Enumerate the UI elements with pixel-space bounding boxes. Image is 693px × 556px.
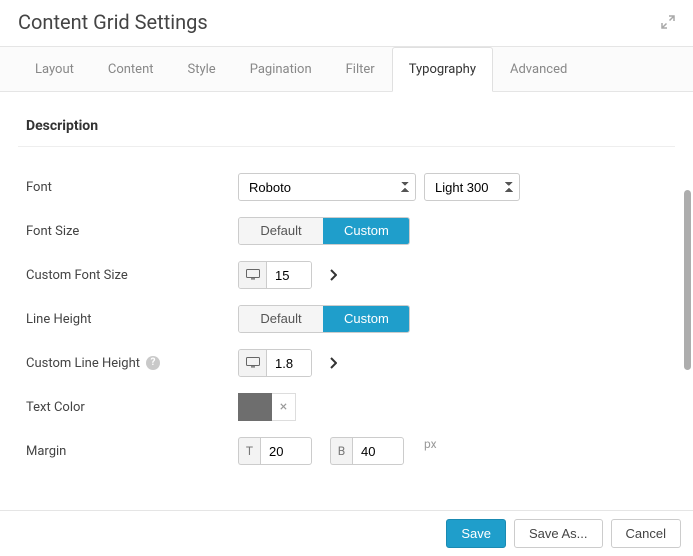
- custom-line-height-input[interactable]: [267, 350, 311, 376]
- line-height-segment: Default Custom: [238, 305, 410, 333]
- save-as-button[interactable]: Save As...: [514, 519, 603, 548]
- color-swatch[interactable]: [238, 393, 272, 421]
- help-icon[interactable]: ?: [146, 356, 160, 370]
- clear-color-button[interactable]: ×: [272, 393, 296, 421]
- label-margin: Margin: [26, 444, 238, 459]
- tab-typography[interactable]: Typography: [392, 47, 493, 92]
- font-family-select[interactable]: Roboto: [238, 173, 416, 201]
- row-font: Font Roboto Light 300: [18, 165, 675, 209]
- scrollbar-thumb[interactable]: [684, 190, 691, 370]
- tab-advanced[interactable]: Advanced: [493, 47, 584, 92]
- dialog-title: Content Grid Settings: [18, 10, 208, 34]
- dialog-header: Content Grid Settings: [0, 0, 693, 46]
- label-font: Font: [26, 180, 238, 195]
- save-button[interactable]: Save: [446, 519, 506, 548]
- section-title: Description: [18, 92, 675, 147]
- row-font-size: Font Size Default Custom: [18, 209, 675, 253]
- font-size-custom-button[interactable]: Custom: [323, 218, 409, 244]
- margin-bottom-input[interactable]: [352, 437, 404, 465]
- close-icon: ×: [280, 399, 287, 415]
- settings-panel: Description Font Roboto Light 300 Font S…: [0, 92, 693, 522]
- custom-font-size-input[interactable]: [267, 262, 311, 288]
- margin-bottom-addon: B: [330, 437, 352, 465]
- line-height-custom-button[interactable]: Custom: [323, 306, 409, 332]
- margin-unit: px: [424, 437, 437, 451]
- tab-content[interactable]: Content: [91, 47, 171, 92]
- tab-pagination[interactable]: Pagination: [233, 47, 329, 92]
- row-margin: Margin T B px: [18, 429, 675, 473]
- row-text-color: Text Color ×: [18, 385, 675, 429]
- dialog-footer: Save Save As... Cancel: [0, 510, 693, 556]
- font-weight-select[interactable]: Light 300: [424, 173, 520, 201]
- chevron-right-icon[interactable]: [324, 266, 342, 284]
- desktop-icon[interactable]: [239, 262, 267, 288]
- margin-top-input[interactable]: [260, 437, 312, 465]
- margin-top-addon: T: [238, 437, 260, 465]
- desktop-icon[interactable]: [239, 350, 267, 376]
- font-size-default-button[interactable]: Default: [239, 218, 323, 244]
- line-height-default-button[interactable]: Default: [239, 306, 323, 332]
- row-line-height: Line Height Default Custom: [18, 297, 675, 341]
- label-text-color: Text Color: [26, 400, 238, 415]
- row-custom-line-height: Custom Line Height ?: [18, 341, 675, 385]
- font-size-segment: Default Custom: [238, 217, 410, 245]
- cancel-button[interactable]: Cancel: [611, 519, 681, 548]
- label-font-size: Font Size: [26, 224, 238, 239]
- label-line-height: Line Height: [26, 312, 238, 327]
- label-custom-font-size: Custom Font Size: [26, 268, 238, 283]
- tab-layout[interactable]: Layout: [18, 47, 91, 92]
- tabs-bar: LayoutContentStylePaginationFilterTypogr…: [0, 46, 693, 92]
- tab-filter[interactable]: Filter: [329, 47, 392, 92]
- expand-icon[interactable]: [661, 15, 675, 29]
- row-custom-font-size: Custom Font Size: [18, 253, 675, 297]
- tab-style[interactable]: Style: [171, 47, 233, 92]
- label-custom-line-height: Custom Line Height ?: [26, 356, 238, 371]
- chevron-right-icon[interactable]: [324, 354, 342, 372]
